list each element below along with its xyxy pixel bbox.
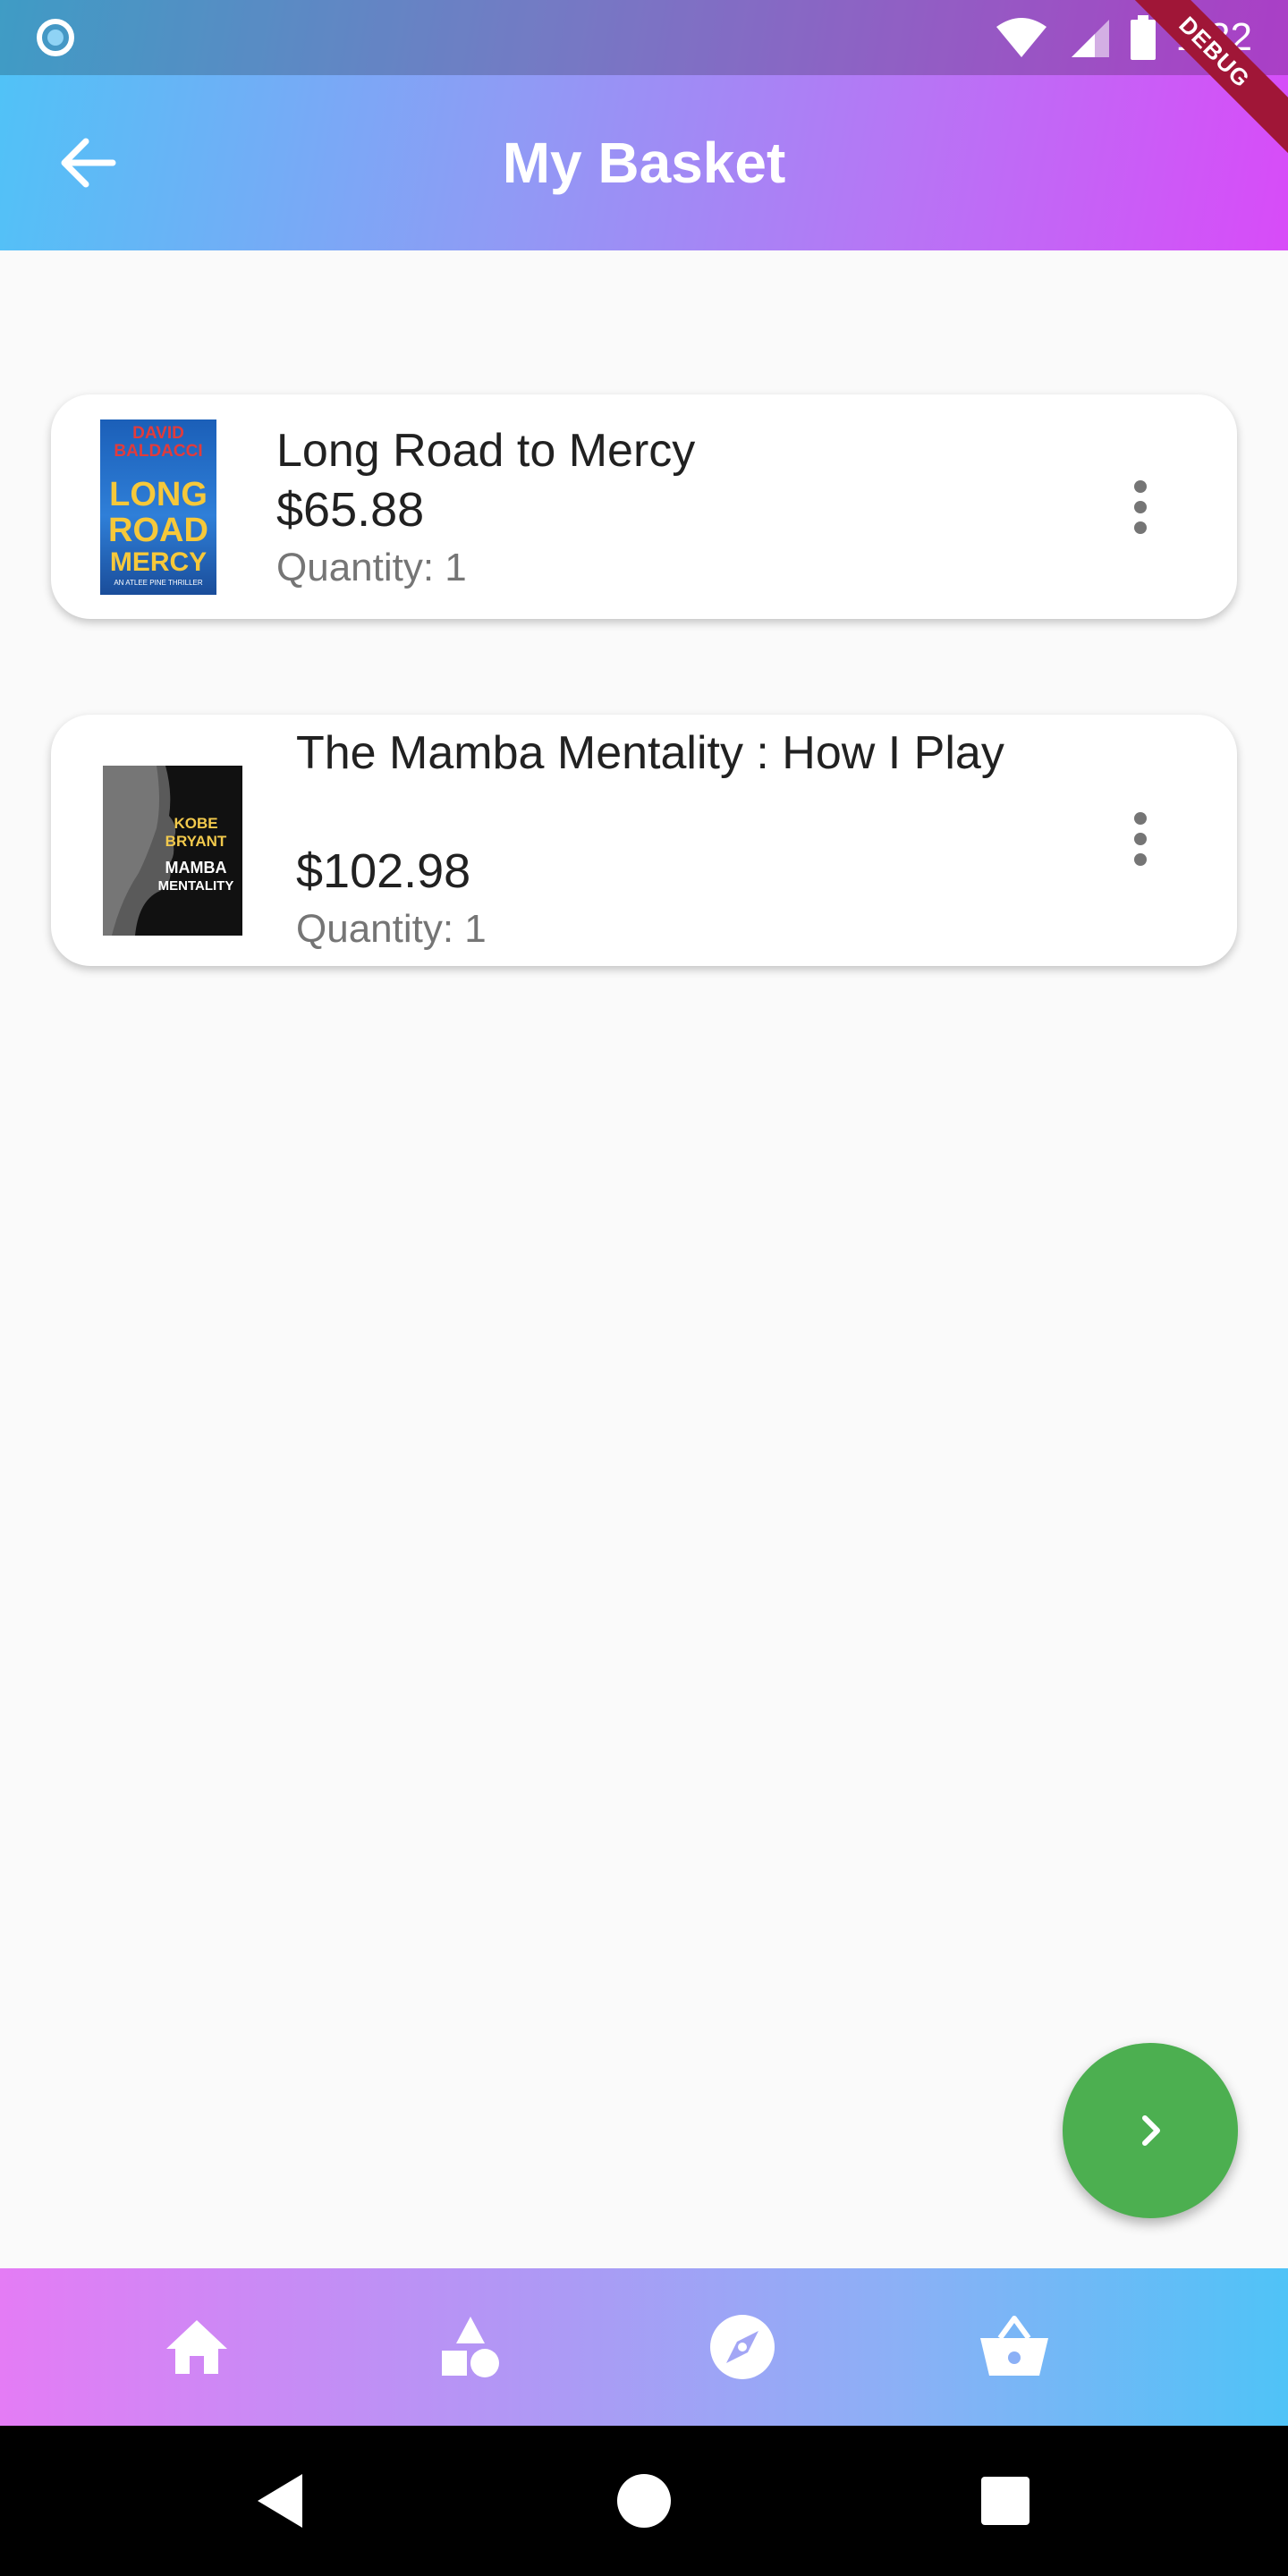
item-price: $65.88: [276, 483, 425, 537]
categories-icon[interactable]: [435, 2311, 506, 2383]
item-quantity: Quantity: 1: [276, 546, 467, 589]
item-quantity: Quantity: 1: [296, 907, 487, 951]
battery-icon: [1131, 15, 1157, 60]
cover-tagline: AN ATLEE PINE THRILLER: [114, 579, 203, 587]
cover-title-word: ROAD: [108, 512, 208, 549]
more-vert-icon[interactable]: [1114, 803, 1167, 875]
portrait-silhouette: [103, 766, 176, 936]
home-icon[interactable]: [161, 2311, 233, 2383]
page-title: My Basket: [502, 131, 786, 195]
signal-icon: [1072, 20, 1110, 57]
recents-square-icon[interactable]: [970, 2465, 1041, 2537]
item-title: Long Road to Mercy: [276, 425, 696, 477]
status-bar: 1:32: [0, 0, 1288, 75]
app-bar: My Basket: [0, 75, 1288, 250]
chevron-right-icon: [1142, 2115, 1160, 2146]
item-price: $102.98: [296, 844, 471, 898]
cover-author-word: KOBE: [174, 815, 218, 832]
cover-author-word: BRYANT: [165, 833, 227, 850]
proceed-fab-button[interactable]: [1063, 2043, 1238, 2218]
basket-item-card[interactable]: DAVID BALDACCI LONG ROAD MERCY AN ATLEE …: [51, 394, 1237, 619]
cover-title-word: MERCY: [109, 547, 208, 577]
cover-title-word: MAMBA: [165, 859, 227, 877]
basket-item-card[interactable]: KOBE BRYANT MAMBA MENTALITY The Mamba Me…: [51, 715, 1237, 966]
circle-notification-icon: [37, 19, 74, 56]
back-triangle-icon[interactable]: [247, 2465, 318, 2537]
explore-icon[interactable]: [707, 2311, 778, 2383]
more-vert-icon[interactable]: [1114, 471, 1167, 543]
basket-icon[interactable]: [979, 2311, 1050, 2383]
item-title: The Mamba Mentality : How I Play: [296, 727, 1004, 779]
system-navigation-bar: [0, 2426, 1288, 2576]
cover-author: DAVID BALDACCI: [114, 424, 203, 461]
book-cover-image: DAVID BALDACCI LONG ROAD MERCY AN ATLEE …: [100, 419, 216, 595]
cover-title-word: MENTALITY: [157, 878, 234, 894]
home-circle-icon[interactable]: [608, 2465, 680, 2537]
book-cover-image: KOBE BRYANT MAMBA MENTALITY: [103, 766, 242, 936]
bottom-navigation: [0, 2268, 1288, 2426]
wifi-icon: [996, 18, 1047, 57]
cover-title-word: LONG: [109, 476, 208, 513]
